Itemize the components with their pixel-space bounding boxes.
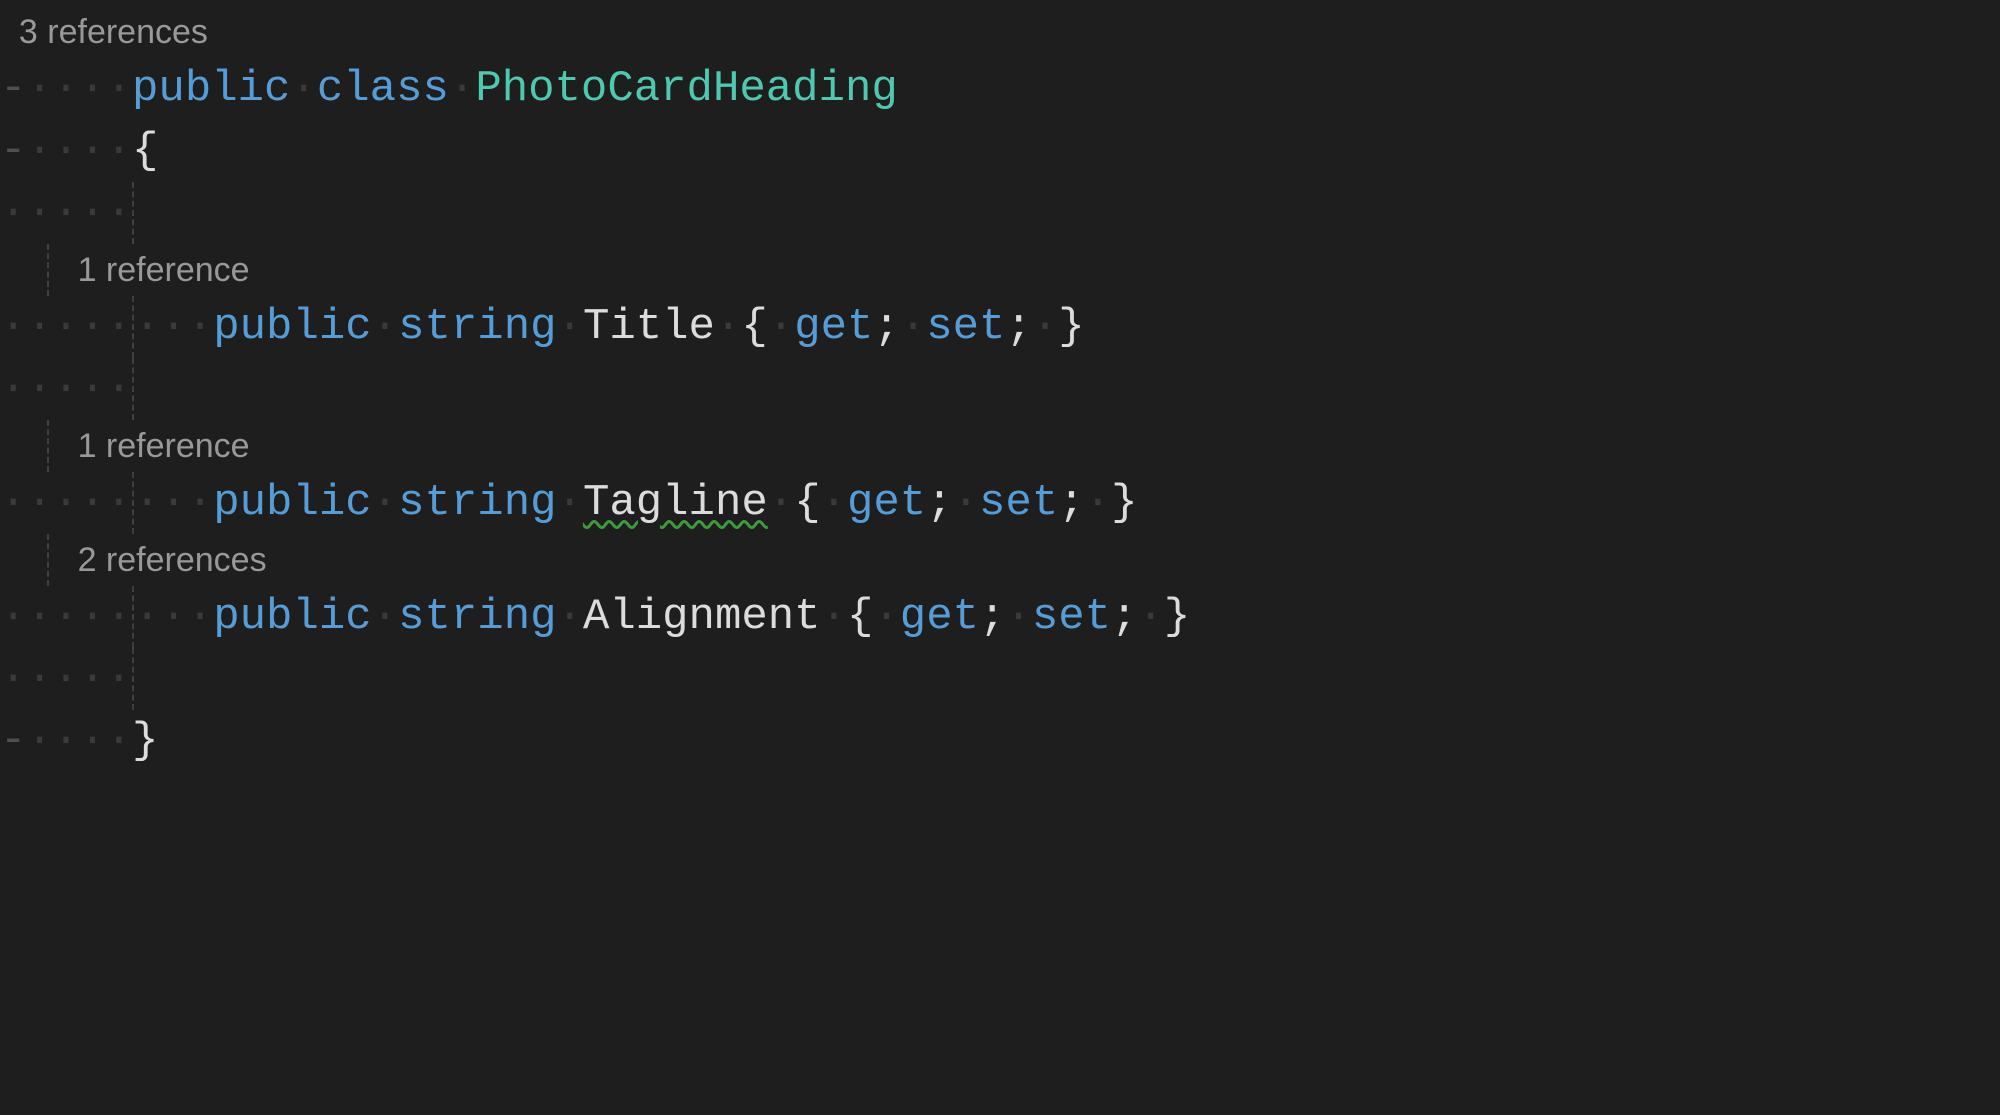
indent-guide (132, 472, 134, 534)
indent-guide (132, 358, 134, 420)
keyword-public: public (132, 64, 290, 114)
codelens-text: 3 references (19, 13, 208, 51)
code-line[interactable]: ····· (0, 182, 2000, 244)
property-name: Title (583, 302, 715, 352)
codelens-class[interactable]: 3 references (0, 6, 2000, 58)
code-line[interactable]: -····{ (0, 120, 2000, 182)
code-line[interactable]: ········public·string·Alignment·{·get;·s… (0, 586, 2000, 648)
code-line[interactable]: ········public·string·Tagline·{·get;·set… (0, 472, 2000, 534)
keyword-string: string (398, 302, 556, 352)
keyword-string: string (398, 478, 556, 528)
indent-guide (132, 296, 134, 358)
keyword-public: public (213, 592, 371, 642)
codelens-text: 2 references (78, 541, 267, 579)
indent-guide (132, 648, 134, 710)
code-line[interactable]: ········public·string·Title·{·get;·set;·… (0, 296, 2000, 358)
brace-close: } (132, 716, 158, 766)
property-name: Alignment (583, 592, 821, 642)
code-line[interactable]: -····public·class·PhotoCardHeading (0, 58, 2000, 120)
indent-guide (132, 182, 134, 244)
keyword-public: public (213, 302, 371, 352)
code-line[interactable]: ····· (0, 648, 2000, 710)
brace-open: { (132, 126, 158, 176)
property-name: Tagline (583, 478, 768, 528)
keyword-class: class (317, 64, 449, 114)
indent-guide (132, 586, 134, 648)
keyword-string: string (398, 592, 556, 642)
codelens-property[interactable]: 1 reference (0, 244, 2000, 296)
keyword-public: public (213, 478, 371, 528)
codelens-property[interactable]: 1 reference (0, 420, 2000, 472)
codelens-property[interactable]: 2 references (0, 534, 2000, 586)
class-name: PhotoCardHeading (475, 64, 897, 114)
code-editor[interactable]: 3 references -····public·class·PhotoCard… (0, 6, 2000, 772)
code-line[interactable]: -····} (0, 710, 2000, 772)
code-line[interactable]: ····· (0, 358, 2000, 420)
codelens-text: 1 reference (78, 427, 250, 465)
codelens-text: 1 reference (78, 251, 250, 289)
